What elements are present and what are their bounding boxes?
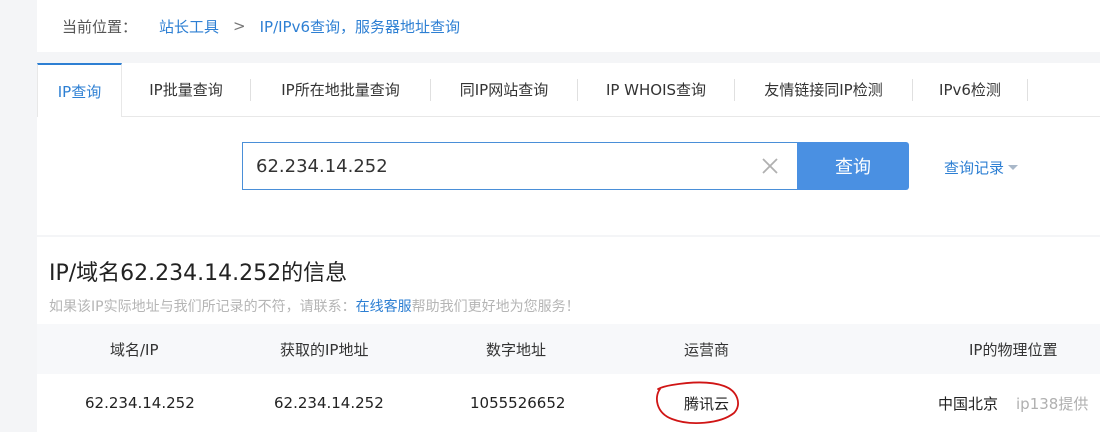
tab-label: 友情链接同IP检测 [764, 81, 883, 99]
breadcrumb: 当前位置： 站长工具 > IP/IPv6查询，服务器地址查询 [37, 0, 1100, 52]
search-box [242, 142, 797, 190]
column-header-numeric: 数字地址 [486, 340, 547, 359]
location-text: 中国北京 [938, 394, 999, 413]
cell-location: 中国北京 ip138提供 [938, 374, 1088, 432]
ip-info-section: IP/域名62.234.14.252的信息 如果该IP实际地址与我们所记录的不符… [37, 237, 1100, 432]
red-circle-annotation [656, 381, 739, 424]
search-input[interactable] [243, 143, 758, 189]
tab-label: IP查询 [57, 82, 102, 101]
clear-icon[interactable] [759, 155, 781, 177]
tab-ip-location-batch-query[interactable]: IP所在地批量查询 [251, 63, 430, 116]
table-row: 62.234.14.252 62.234.14.252 1055526652 腾… [37, 374, 1100, 432]
query-history-label: 查询记录 [944, 159, 1005, 177]
tab-label: IP WHOIS查询 [605, 81, 707, 99]
tab-ipv6-check[interactable]: IPv6检测 [913, 63, 1027, 116]
column-header-ip: 获取的IP地址 [280, 340, 369, 359]
location-source: ip138提供 [1016, 394, 1089, 413]
tab-label: 同IP网站查询 [459, 81, 549, 99]
tab-divider [1027, 78, 1028, 101]
cell-ip: 62.234.14.252 [274, 394, 384, 412]
info-note: 如果该IP实际地址与我们所记录的不符，请联系：在线客服帮助我们更好地为您服务！ [49, 296, 580, 316]
tab-link-same-ip-check[interactable]: 友情链接同IP检测 [735, 63, 912, 116]
page: 当前位置： 站长工具 > IP/IPv6查询，服务器地址查询 IP查询 IP批量… [0, 0, 1100, 432]
column-header-domain: 域名/IP [110, 340, 159, 359]
column-header-location: IP的物理位置 [969, 340, 1058, 359]
tab-label: IPv6检测 [939, 81, 1001, 99]
breadcrumb-root-link[interactable]: 站长工具 [159, 16, 219, 37]
tab-ip-query[interactable]: IP查询 [37, 63, 122, 117]
tab-same-ip-sites[interactable]: 同IP网站查询 [431, 63, 577, 116]
search-row: 查询 [242, 142, 909, 190]
query-history-dropdown[interactable]: 查询记录 [944, 157, 1019, 178]
breadcrumb-current-link[interactable]: IP/IPv6查询，服务器地址查询 [260, 16, 460, 37]
online-support-link[interactable]: 在线客服 [356, 299, 412, 315]
tab-bar: IP查询 IP批量查询 IP所在地批量查询 同IP网站查询 IP WHOIS查询… [37, 63, 1100, 117]
info-note-suffix: 帮助我们更好地为您服务！ [411, 299, 580, 315]
info-title: IP/域名62.234.14.252的信息 [49, 261, 348, 286]
tab-label: IP批量查询 [149, 81, 223, 99]
cell-numeric: 1055526652 [470, 394, 566, 412]
tab-ip-batch-query[interactable]: IP批量查询 [122, 63, 250, 116]
breadcrumb-label: 当前位置： [62, 17, 138, 36]
column-header-provider: 运营商 [684, 340, 730, 359]
info-note-prefix: 如果该IP实际地址与我们所记录的不符，请联系： [49, 299, 356, 315]
breadcrumb-separator: > [233, 17, 246, 35]
table-header: 域名/IP 获取的IP地址 数字地址 运营商 IP的物理位置 [37, 324, 1100, 374]
search-button[interactable]: 查询 [797, 142, 909, 190]
tab-label: IP所在地批量查询 [281, 81, 400, 99]
caret-down-icon [1008, 165, 1019, 170]
cell-domain: 62.234.14.252 [85, 394, 195, 412]
tab-ip-whois[interactable]: IP WHOIS查询 [578, 63, 734, 116]
query-card: IP查询 IP批量查询 IP所在地批量查询 同IP网站查询 IP WHOIS查询… [37, 63, 1100, 235]
